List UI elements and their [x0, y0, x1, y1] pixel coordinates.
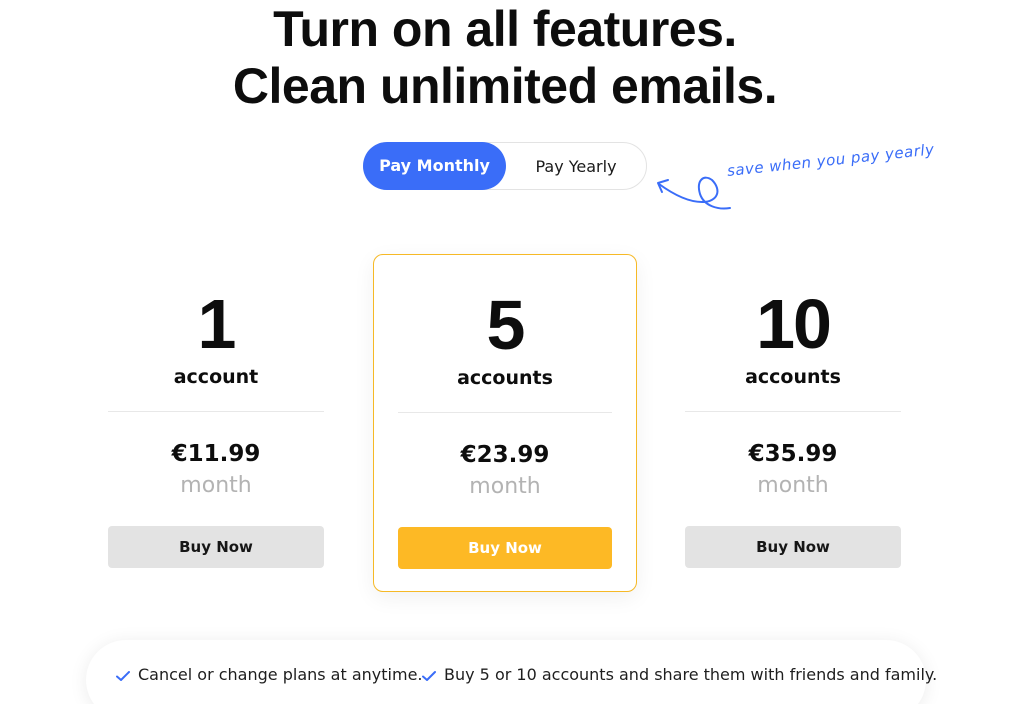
buy-now-button-10-accounts[interactable]: Buy Now — [685, 526, 901, 568]
pricing-page: Turn on all features. Clean unlimited em… — [0, 0, 1020, 704]
feature-item-share: Buy 5 or 10 accounts and share them with… — [422, 664, 937, 686]
plan-account-unit: accounts — [745, 366, 841, 388]
features-bar: Cancel or change plans at anytime. Buy 5… — [86, 640, 937, 704]
plan-card-10-accounts: 10 accounts €35.99 month Buy Now — [661, 254, 925, 592]
plan-account-count: 5 — [486, 286, 526, 364]
plan-period: month — [757, 473, 829, 498]
buy-now-button-5-accounts[interactable]: Buy Now — [398, 527, 612, 569]
check-icon — [116, 670, 130, 681]
headline-line-2: Clean unlimited emails. — [232, 58, 778, 114]
plan-price: €11.99 — [171, 441, 261, 467]
buy-now-button-1-account[interactable]: Buy Now — [108, 526, 324, 568]
page-headline: Turn on all features. Clean unlimited em… — [0, 1, 1010, 115]
plan-period: month — [469, 474, 541, 499]
plan-price: €35.99 — [748, 441, 838, 467]
pay-yearly-button[interactable]: Pay Yearly — [506, 144, 646, 190]
plan-account-unit: account — [173, 366, 259, 388]
plan-account-count: 10 — [756, 285, 832, 363]
plan-account-count: 1 — [197, 285, 237, 363]
plan-card-1-account: 1 account €11.99 month Buy Now — [84, 254, 348, 592]
plan-divider — [685, 411, 901, 412]
annotation-text: save when you pay yearly — [726, 140, 936, 180]
feature-text: Buy 5 or 10 accounts and share them with… — [444, 665, 938, 684]
billing-period-toggle: Pay Monthly Pay Yearly — [363, 142, 647, 190]
feature-item-cancel: Cancel or change plans at anytime. — [116, 664, 423, 686]
plan-account-unit: accounts — [457, 367, 553, 389]
pay-monthly-button[interactable]: Pay Monthly — [363, 142, 506, 190]
plan-card-5-accounts: 5 accounts €23.99 month Buy Now — [373, 254, 637, 592]
plan-period: month — [180, 473, 252, 498]
save-yearly-annotation: save when you pay yearly — [656, 140, 956, 214]
plan-price: €23.99 — [460, 442, 550, 468]
plan-divider — [398, 412, 612, 413]
plan-divider — [108, 411, 324, 412]
feature-text: Cancel or change plans at anytime. — [138, 665, 423, 684]
headline-line-1: Turn on all features. — [273, 1, 737, 57]
check-icon — [422, 670, 436, 681]
curly-arrow-icon — [657, 176, 731, 210]
